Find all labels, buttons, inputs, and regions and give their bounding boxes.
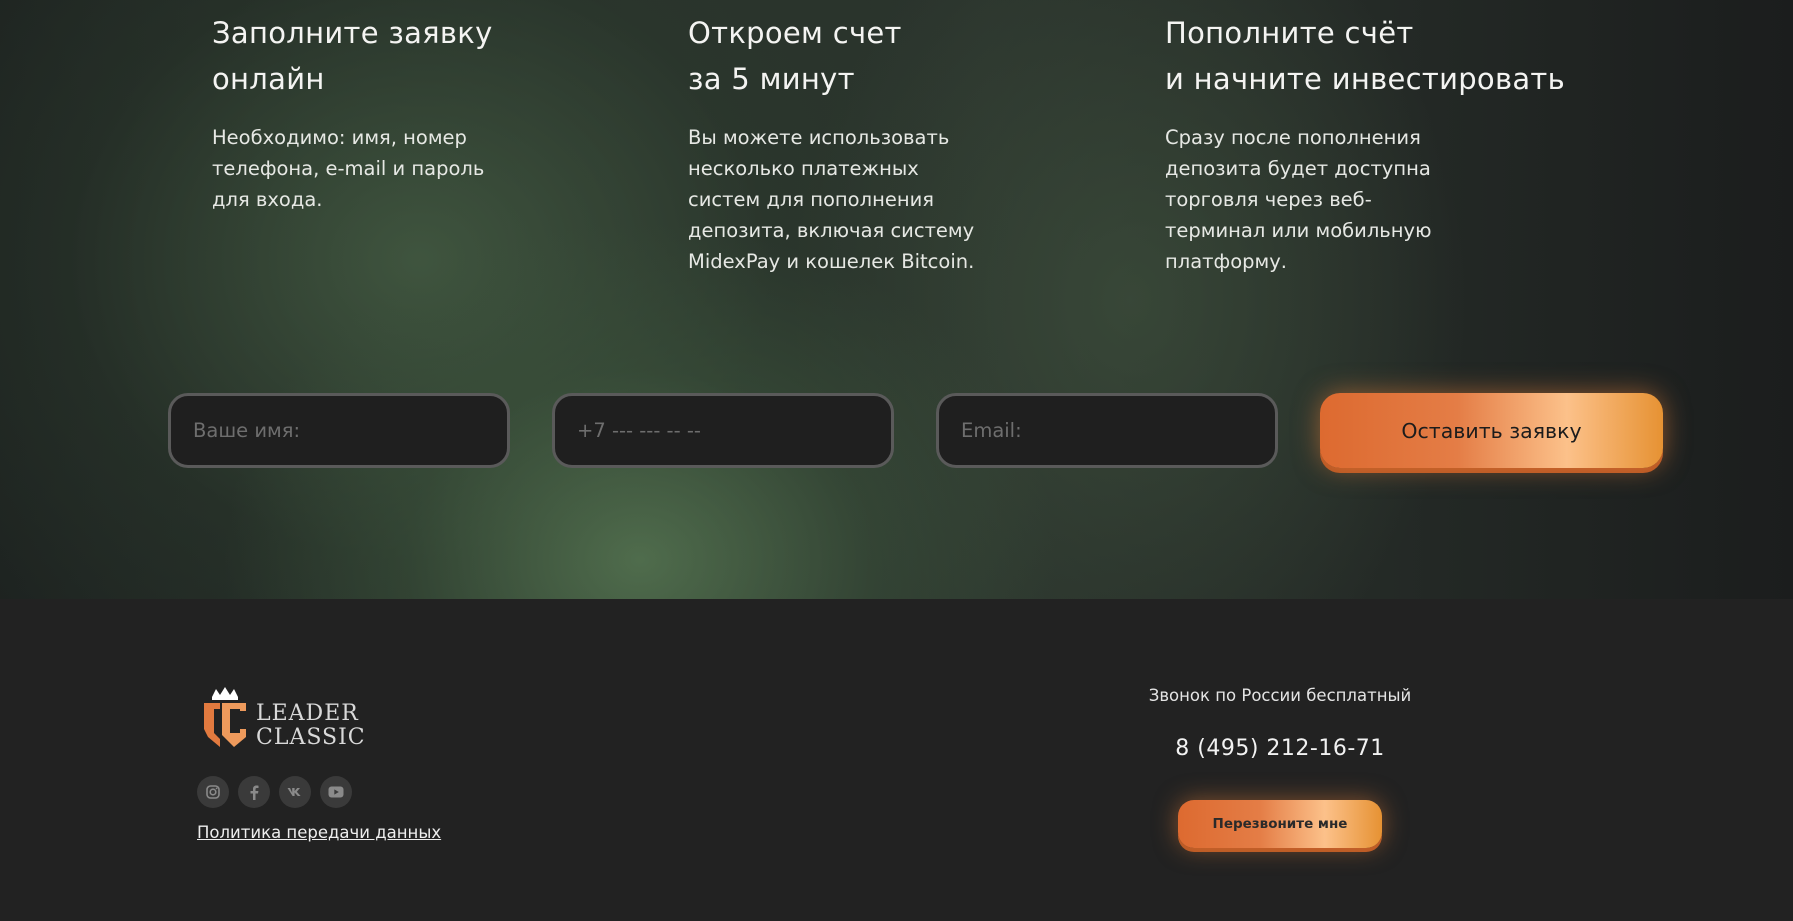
facebook-icon[interactable] bbox=[238, 776, 270, 808]
step-deposit-invest: Пополните счёт и начните инвестировать С… bbox=[1165, 10, 1625, 277]
step-title-line1: Пополните счёт bbox=[1165, 16, 1414, 50]
callback-button[interactable]: Перезвоните мне bbox=[1178, 800, 1382, 848]
step-title-line1: Заполните заявку bbox=[212, 16, 493, 50]
step-title: Пополните счёт и начните инвестировать bbox=[1165, 10, 1625, 102]
step-title-line2: и начните инвестировать bbox=[1165, 62, 1566, 96]
hero-section: Заполните заявку онлайн Необходимо: имя,… bbox=[0, 0, 1793, 599]
phone-field-wrapper bbox=[552, 393, 894, 468]
step-description: Сразу после пополнения депозита будет до… bbox=[1165, 126, 1432, 273]
youtube-icon[interactable] bbox=[320, 776, 352, 808]
step-title: Заполните заявку онлайн bbox=[212, 10, 542, 102]
instagram-icon[interactable] bbox=[197, 776, 229, 808]
step-title-line2: за 5 минут bbox=[688, 62, 855, 96]
step-description: Вы можете использовать несколько платежн… bbox=[688, 126, 975, 273]
free-call-label: Звонок по России бесплатный bbox=[1148, 686, 1412, 705]
step-open-account: Откроем счет за 5 минут Вы можете исполь… bbox=[688, 10, 1018, 277]
social-links bbox=[197, 776, 352, 808]
submit-application-button[interactable]: Оставить заявку bbox=[1320, 393, 1663, 468]
footer bbox=[0, 599, 1793, 921]
vk-icon[interactable] bbox=[279, 776, 311, 808]
name-field-wrapper bbox=[168, 393, 510, 468]
email-input[interactable] bbox=[939, 396, 1275, 465]
logo-text: LEADER CLASSIC bbox=[256, 702, 366, 750]
phone-number[interactable]: 8 (495) 212-16-71 bbox=[1080, 736, 1480, 761]
step-title-line1: Откроем счет bbox=[688, 16, 902, 50]
step-title-line2: онлайн bbox=[212, 62, 325, 96]
logo[interactable]: LEADER CLASSIC bbox=[200, 687, 365, 750]
email-field-wrapper bbox=[936, 393, 1278, 468]
step-title: Откроем счет за 5 минут bbox=[688, 10, 1018, 102]
logo-text-line1: LEADER bbox=[256, 701, 359, 726]
name-input[interactable] bbox=[171, 396, 507, 465]
phone-input[interactable] bbox=[555, 396, 891, 465]
privacy-policy-link[interactable]: Политика передачи данных bbox=[197, 823, 441, 842]
step-description: Необходимо: имя, номер телефона, e-mail … bbox=[212, 126, 485, 211]
step-fill-application: Заполните заявку онлайн Необходимо: имя,… bbox=[212, 10, 542, 215]
logo-text-line2: CLASSIC bbox=[256, 725, 366, 750]
crown-shield-logo-icon bbox=[204, 687, 246, 747]
